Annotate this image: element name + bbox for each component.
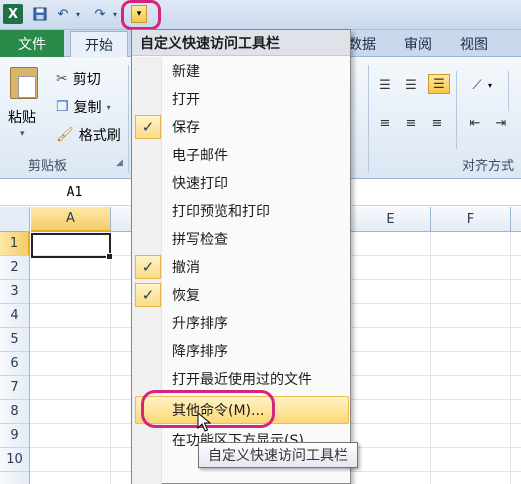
active-cell[interactable] [31, 233, 113, 260]
scissors-icon: ✂ [56, 71, 68, 87]
menu-item-label: 快速打印 [172, 176, 228, 192]
row-header-9[interactable]: 9 [0, 424, 30, 448]
align-left-icon[interactable]: ≡ [374, 113, 396, 133]
menu-item-open[interactable]: 打开 [132, 85, 350, 113]
name-box[interactable]: A1 [0, 180, 150, 205]
cut-label: 剪切 [72, 72, 101, 88]
group-separator [456, 71, 457, 111]
row-header-2[interactable]: 2 [0, 256, 30, 280]
group-separator [508, 71, 509, 111]
menu-item-label: 升序排序 [172, 316, 228, 332]
align-top-icon[interactable]: ☰ [374, 75, 396, 95]
menu-item-label: 撤消 [172, 260, 200, 276]
tab-review[interactable]: 审阅 [396, 30, 440, 57]
clipboard-launcher-icon[interactable]: ◢ [116, 158, 123, 168]
redo-icon[interactable]: ↷ [91, 4, 109, 24]
alignment-group-label: 对齐方式 [462, 159, 515, 174]
highlight-ring [121, 0, 161, 30]
row-header-11[interactable] [0, 472, 30, 484]
column-header-f[interactable]: F [431, 207, 511, 232]
menu-item-sort-descending[interactable]: 降序排序 [132, 337, 350, 365]
align-center-icon[interactable]: ≡ [400, 113, 422, 133]
menu-item-new[interactable]: 新建 [132, 57, 350, 85]
row-header-10[interactable]: 10 [0, 448, 30, 472]
paste-dropdown-icon[interactable]: ▾ [20, 129, 25, 139]
tab-view[interactable]: 视图 [452, 30, 496, 57]
menu-item-label: 恢复 [172, 288, 200, 304]
group-separator [128, 65, 129, 173]
column-header-g[interactable] [511, 207, 521, 232]
save-icon[interactable] [31, 4, 49, 24]
redo-dropdown-icon[interactable]: ▾ [109, 4, 121, 24]
checkmark-icon: ✓ [135, 283, 161, 307]
copy-dropdown-icon[interactable]: ▾ [107, 103, 111, 112]
align-right-icon[interactable]: ≡ [426, 113, 448, 133]
row-header-5[interactable]: 5 [0, 328, 30, 352]
orientation-dropdown-icon[interactable]: ▾ [488, 81, 492, 90]
grid-line [510, 232, 511, 484]
increase-indent-icon[interactable]: ⇥ [490, 113, 512, 133]
clipboard-group-label: 剪贴板 [28, 159, 68, 174]
tab-home[interactable]: 开始 [70, 31, 128, 58]
tooltip: 自定义快速访问工具栏 [198, 442, 358, 468]
row-header-6[interactable]: 6 [0, 352, 30, 376]
copy-button[interactable]: ❐ 复制 ▾ [56, 97, 111, 117]
menu-item-email[interactable]: 电子邮件 [132, 141, 350, 169]
brush-icon: 🖌 [56, 127, 74, 143]
menu-item-quick-print[interactable]: 快速打印 [132, 169, 350, 197]
menu-item-print-preview[interactable]: 打印预览和打印 [132, 197, 350, 225]
menu-item-recent-files[interactable]: 打开最近使用过的文件 [132, 365, 350, 393]
column-header-a[interactable]: A [31, 207, 111, 232]
format-painter-button[interactable]: 🖌 格式刷 [56, 125, 121, 145]
undo-dropdown-icon[interactable]: ▾ [72, 4, 84, 24]
row-header-3[interactable]: 3 [0, 280, 30, 304]
group-separator [368, 65, 369, 173]
paste-button[interactable]: 粘贴 [8, 107, 36, 127]
decrease-indent-icon[interactable]: ⇤ [464, 113, 486, 133]
undo-icon[interactable]: ↶ [54, 4, 72, 24]
menu-item-label: 拼写检查 [172, 232, 228, 248]
excel-logo-icon[interactable]: X [3, 4, 23, 24]
menu-item-save[interactable]: ✓ 保存 [132, 113, 350, 141]
title-bar: X ↶ ▾ ↷ ▾ ▾ [0, 0, 521, 30]
menu-item-label: 电子邮件 [172, 148, 228, 164]
orientation-icon[interactable]: ⟋ [466, 75, 488, 95]
row-header-1[interactable]: 1 [0, 232, 30, 256]
menu-item-label: 新建 [172, 64, 200, 80]
group-separator [456, 109, 457, 149]
menu-item-label: 打开最近使用过的文件 [172, 372, 312, 388]
menu-item-sort-ascending[interactable]: 升序排序 [132, 309, 350, 337]
copy-label: 复制 [73, 100, 102, 116]
row-header-4[interactable]: 4 [0, 304, 30, 328]
grid-line [110, 232, 111, 484]
menu-title: 自定义快速访问工具栏 [132, 30, 350, 56]
row-header-7[interactable]: 7 [0, 376, 30, 400]
tab-file[interactable]: 文件 [0, 30, 64, 57]
menu-item-redo[interactable]: ✓ 恢复 [132, 281, 350, 309]
copy-icon: ❐ [56, 99, 69, 115]
align-bottom-icon[interactable]: ☰ [428, 74, 450, 94]
menu-item-label: 打印预览和打印 [172, 204, 270, 220]
menu-item-label: 保存 [172, 120, 200, 136]
menu-item-label: 打开 [172, 92, 200, 108]
menu-item-spelling[interactable]: 拼写检查 [132, 225, 350, 253]
align-middle-icon[interactable]: ☰ [400, 75, 422, 95]
grid-line [430, 232, 431, 484]
format-painter-label: 格式刷 [78, 128, 121, 144]
cut-button[interactable]: ✂ 剪切 [56, 69, 101, 89]
checkmark-icon: ✓ [135, 255, 161, 279]
menu-item-label: 降序排序 [172, 344, 228, 360]
menu-item-undo[interactable]: ✓ 撤消 [132, 253, 350, 281]
checkmark-icon: ✓ [135, 115, 161, 139]
paste-icon[interactable] [10, 67, 38, 99]
select-all-corner[interactable] [0, 207, 30, 232]
column-header-e[interactable]: E [351, 207, 431, 232]
row-header-8[interactable]: 8 [0, 400, 30, 424]
